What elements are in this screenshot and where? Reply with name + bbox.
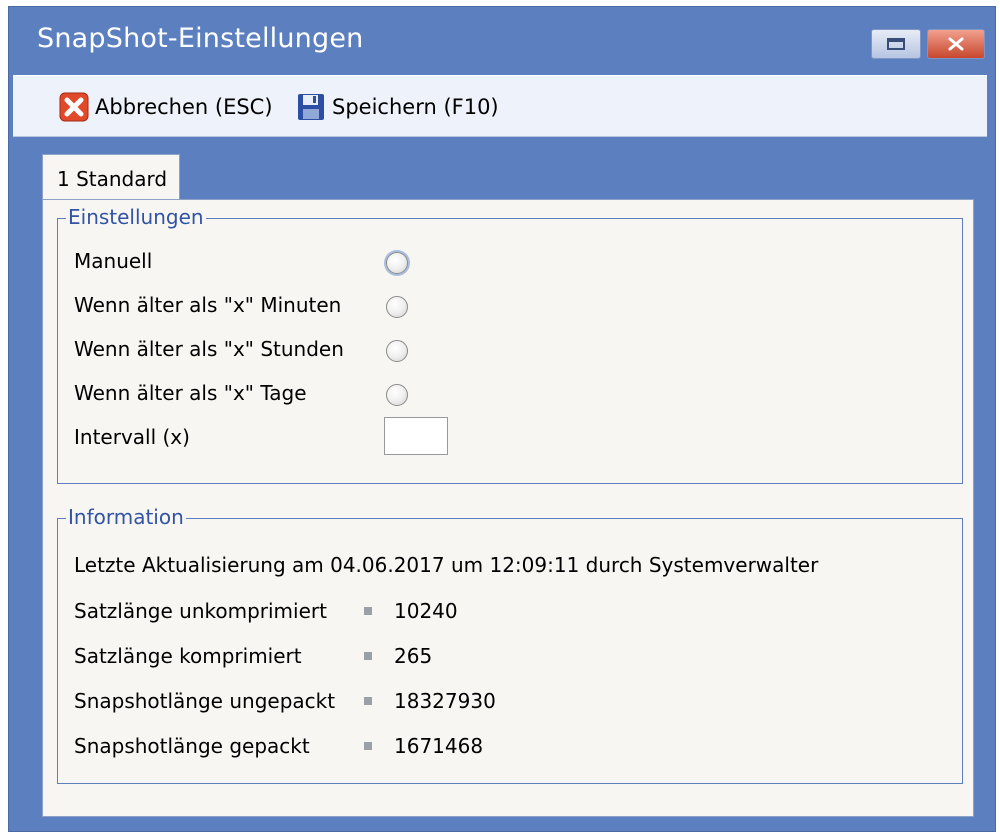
- settings-legend: Einstellungen: [66, 205, 206, 229]
- option-hours-radio[interactable]: [386, 340, 408, 362]
- option-manual-radio[interactable]: [386, 252, 408, 274]
- info-row-label: Snapshotlänge ungepackt: [74, 689, 336, 713]
- info-row-value: 18327930: [394, 689, 496, 713]
- toolbar: Abbrechen (ESC) Speichern (F10): [13, 75, 987, 137]
- bullet-icon: [364, 607, 372, 615]
- restore-button[interactable]: [871, 29, 921, 59]
- floppy-disk-icon: [296, 92, 326, 122]
- save-label: Speichern (F10): [332, 95, 499, 119]
- option-hours-label: Wenn älter als "x" Stunden: [74, 337, 344, 361]
- save-button[interactable]: Speichern (F10): [296, 90, 499, 124]
- close-button[interactable]: [927, 29, 985, 59]
- info-row-label: Satzlänge unkomprimiert: [74, 599, 327, 623]
- settings-group: Einstellungen Manuell Wenn älter als "x"…: [57, 205, 963, 484]
- close-icon: [928, 30, 984, 58]
- interval-label: Intervall (x): [74, 425, 190, 449]
- info-row-label: Satzlänge komprimiert: [74, 644, 302, 668]
- window-title: SnapShot-Einstellungen: [37, 23, 364, 54]
- info-row-value: 1671468: [394, 734, 484, 758]
- option-days-radio[interactable]: [386, 384, 408, 406]
- last-update-text: Letzte Aktualisierung am 04.06.2017 um 1…: [74, 553, 819, 577]
- bullet-icon: [364, 652, 372, 660]
- title-bar[interactable]: SnapShot-Einstellungen: [9, 7, 995, 75]
- tab-standard[interactable]: 1 Standard: [42, 154, 180, 200]
- option-manual-label: Manuell: [74, 249, 153, 273]
- restore-icon: [872, 30, 920, 58]
- information-group: Information Letzte Aktualisierung am 04.…: [57, 505, 963, 784]
- bullet-icon: [364, 742, 372, 750]
- option-minutes-radio[interactable]: [386, 296, 408, 318]
- info-row-value: 265: [394, 644, 433, 668]
- info-row-label: Snapshotlänge gepackt: [74, 734, 310, 758]
- tab-panel: Einstellungen Manuell Wenn älter als "x"…: [42, 199, 974, 817]
- information-legend: Information: [66, 505, 186, 529]
- bullet-icon: [364, 697, 372, 705]
- info-row-value: 10240: [394, 599, 458, 623]
- cancel-button[interactable]: Abbrechen (ESC): [59, 90, 273, 124]
- option-days-label: Wenn älter als "x" Tage: [74, 381, 307, 405]
- option-minutes-label: Wenn älter als "x" Minuten: [74, 293, 342, 317]
- cancel-icon: [59, 92, 89, 122]
- cancel-label: Abbrechen (ESC): [95, 95, 273, 119]
- interval-input[interactable]: [384, 417, 448, 455]
